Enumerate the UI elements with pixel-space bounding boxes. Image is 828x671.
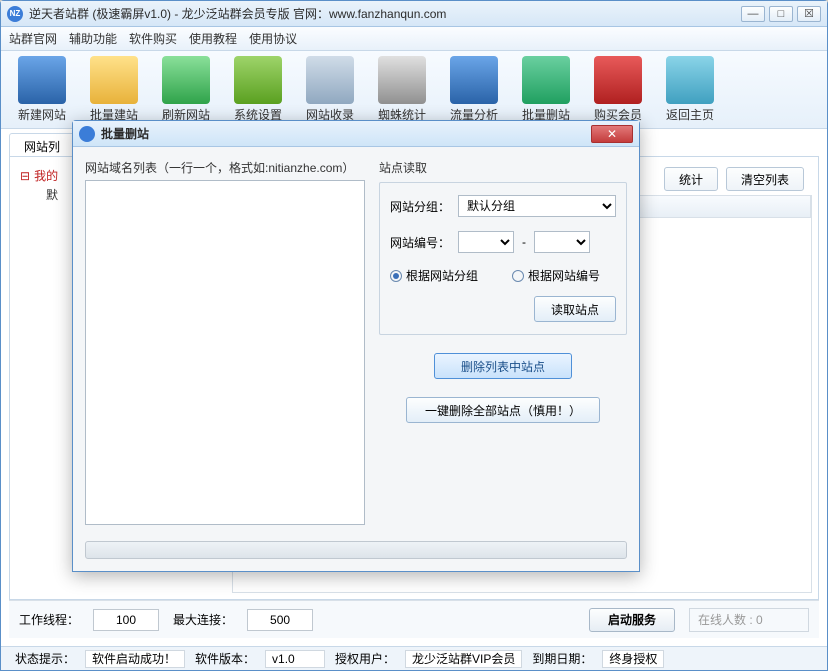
dialog-title: 批量删站	[101, 125, 591, 142]
stats-button[interactable]: 统计	[664, 167, 718, 191]
site-read-title: 站点读取	[379, 159, 627, 176]
bottom-bar: 工作线程： 最大连接： 启动服务 在线人数 : 0	[9, 600, 819, 638]
toolbar-btn-1[interactable]: 批量建站	[79, 54, 149, 126]
delete-all-button[interactable]: 一键删除全部站点（慎用！）	[406, 397, 600, 423]
toolbar-icon-7	[522, 56, 570, 104]
radio-by-number[interactable]: 根据网站编号	[512, 267, 600, 284]
toolbar-btn-4[interactable]: 网站收录	[295, 54, 365, 126]
status-value-1: 软件启动成功！	[85, 650, 185, 668]
menubar: 站群官网 辅助功能 软件购买 使用教程 使用协议	[1, 27, 827, 51]
close-button[interactable]: ☒	[797, 6, 821, 22]
online-count: 在线人数 : 0	[689, 608, 809, 632]
dialog-progress-bar	[85, 541, 627, 559]
menu-item-2[interactable]: 软件购买	[129, 30, 177, 47]
menu-item-4[interactable]: 使用协议	[249, 30, 297, 47]
toolbar-label-9: 返回主页	[666, 106, 714, 123]
maximize-button[interactable]: □	[769, 6, 793, 22]
toolbar-icon-3	[234, 56, 282, 104]
toolbar-btn-7[interactable]: 批量删站	[511, 54, 581, 126]
radio-by-number-icon	[512, 270, 524, 282]
toolbar-btn-8[interactable]: 购买会员	[583, 54, 653, 126]
window-title: 逆天者站群 (极速霸屏v1.0) - 龙少泛站群会员专版 官网：www.fanz…	[29, 5, 741, 22]
toolbar: 新建网站批量建站刷新网站系统设置网站收录蜘蛛统计流量分析批量删站购买会员返回主页	[1, 51, 827, 129]
menu-item-1[interactable]: 辅助功能	[69, 30, 117, 47]
threads-label: 工作线程：	[19, 611, 79, 628]
group-select[interactable]: 默认分组	[458, 195, 616, 217]
status-value-2: v1.0	[265, 650, 325, 668]
start-service-button[interactable]: 启动服务	[589, 608, 675, 632]
toolbar-icon-2	[162, 56, 210, 104]
statusbar: 状态提示： 软件启动成功！ 软件版本： v1.0 授权用户： 龙少泛站群VIP会…	[1, 646, 827, 670]
status-label-3: 授权用户：	[329, 650, 401, 667]
toolbar-btn-5[interactable]: 蜘蛛统计	[367, 54, 437, 126]
batch-delete-dialog: 批量删站 ✕ 网站域名列表（一行一个，格式如:nitianzhe.com） 站点…	[72, 120, 640, 572]
conn-label: 最大连接：	[173, 611, 233, 628]
status-label-1: 状态提示：	[9, 650, 81, 667]
number-from-select[interactable]	[458, 231, 514, 253]
minimize-button[interactable]: —	[741, 6, 765, 22]
toolbar-icon-9	[666, 56, 714, 104]
radio-by-group-icon	[390, 270, 402, 282]
number-label: 网站编号：	[390, 234, 450, 251]
dialog-body: 网站域名列表（一行一个，格式如:nitianzhe.com） 站点读取 网站分组…	[73, 147, 639, 571]
threads-input[interactable]	[93, 609, 159, 631]
toolbar-icon-5	[378, 56, 426, 104]
toolbar-btn-0[interactable]: 新建网站	[7, 54, 77, 126]
toolbar-icon-4	[306, 56, 354, 104]
radio-by-group-label: 根据网站分组	[406, 267, 478, 284]
tab-site-list[interactable]: 网站列	[9, 133, 75, 156]
toolbar-btn-6[interactable]: 流量分析	[439, 54, 509, 126]
status-label-4: 到期日期：	[526, 650, 598, 667]
clear-list-button[interactable]: 清空列表	[726, 167, 804, 191]
tree-collapse-icon[interactable]: ⊟	[20, 169, 30, 183]
group-label: 网站分组：	[390, 198, 450, 215]
radio-by-group[interactable]: 根据网站分组	[390, 267, 478, 284]
dialog-left-panel: 网站域名列表（一行一个，格式如:nitianzhe.com）	[85, 159, 365, 525]
site-read-group: 网站分组： 默认分组 网站编号： - 根据网站分	[379, 182, 627, 335]
status-label-2: 软件版本：	[189, 650, 261, 667]
domain-list-textarea[interactable]	[85, 180, 365, 525]
titlebar: NZ 逆天者站群 (极速霸屏v1.0) - 龙少泛站群会员专版 官网：www.f…	[1, 1, 827, 27]
menu-item-3[interactable]: 使用教程	[189, 30, 237, 47]
dialog-titlebar[interactable]: 批量删站 ✕	[73, 121, 639, 147]
toolbar-label-0: 新建网站	[18, 106, 66, 123]
toolbar-icon-1	[90, 56, 138, 104]
dialog-icon	[79, 126, 95, 142]
toolbar-btn-2[interactable]: 刷新网站	[151, 54, 221, 126]
number-to-select[interactable]	[534, 231, 590, 253]
toolbar-icon-8	[594, 56, 642, 104]
toolbar-btn-3[interactable]: 系统设置	[223, 54, 293, 126]
app-icon: NZ	[7, 6, 23, 22]
status-value-3: 龙少泛站群VIP会员	[405, 650, 522, 668]
conn-input[interactable]	[247, 609, 313, 631]
status-value-4: 终身授权	[602, 650, 664, 668]
toolbar-icon-6	[450, 56, 498, 104]
delete-listed-button[interactable]: 删除列表中站点	[434, 353, 572, 379]
toolbar-icon-0	[18, 56, 66, 104]
menu-item-0[interactable]: 站群官网	[9, 30, 57, 47]
dialog-close-button[interactable]: ✕	[591, 125, 633, 143]
range-dash: -	[522, 235, 526, 249]
radio-by-number-label: 根据网站编号	[528, 267, 600, 284]
dialog-right-panel: 站点读取 网站分组： 默认分组 网站编号： -	[379, 159, 627, 525]
read-sites-button[interactable]: 读取站点	[534, 296, 616, 322]
toolbar-btn-9[interactable]: 返回主页	[655, 54, 725, 126]
domain-list-label: 网站域名列表（一行一个，格式如:nitianzhe.com）	[85, 159, 365, 176]
tree-root-label: 我的	[34, 167, 58, 184]
